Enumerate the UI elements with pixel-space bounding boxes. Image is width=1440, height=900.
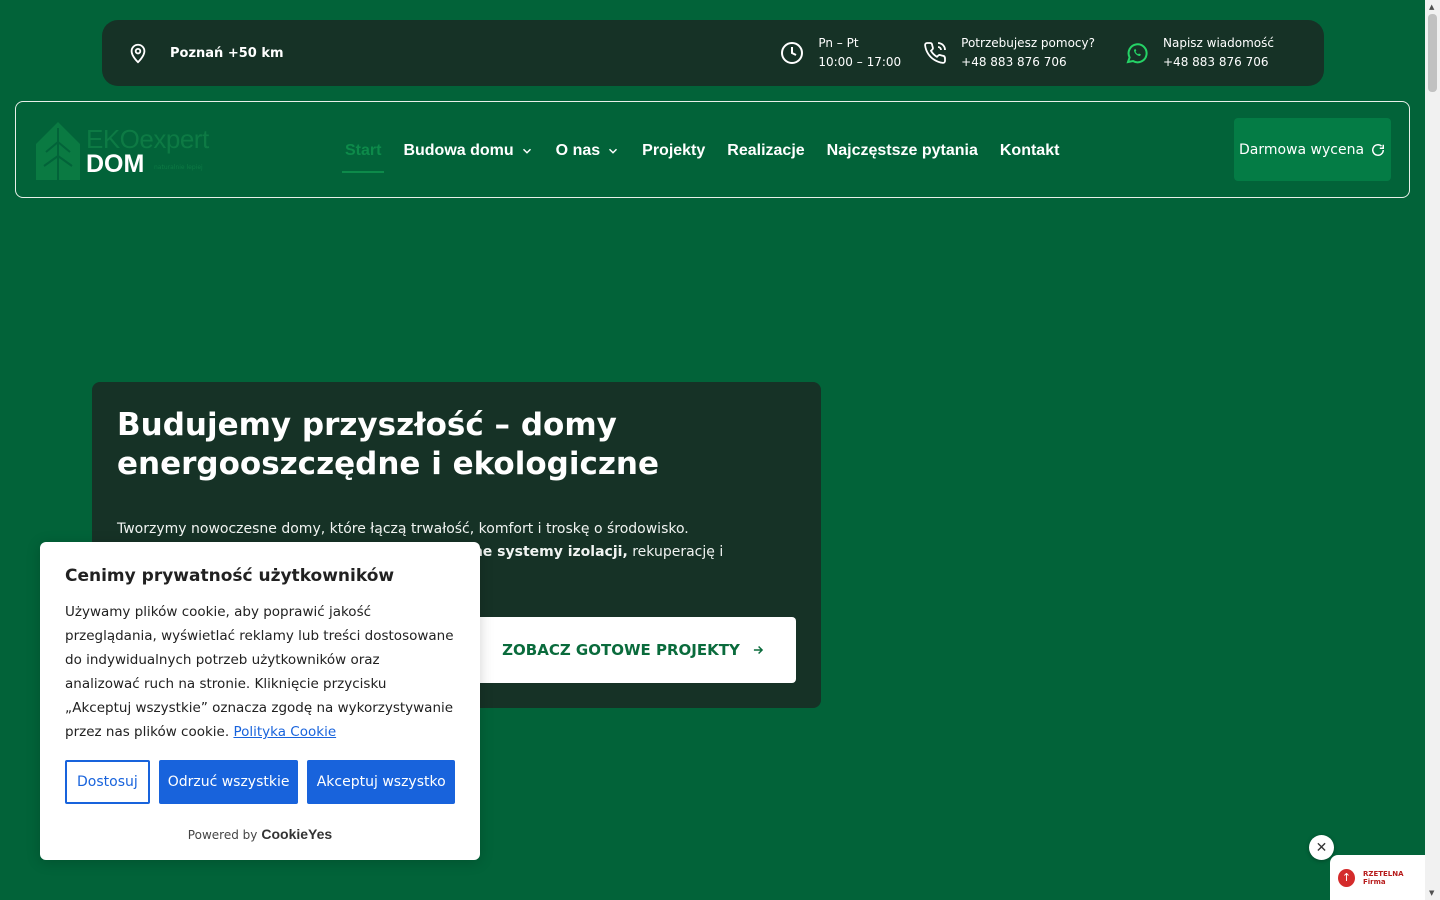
refresh-icon bbox=[1370, 142, 1386, 158]
cookie-body: Używamy plików cookie, aby poprawić jako… bbox=[65, 604, 454, 740]
reject-all-button[interactable]: Odrzuć wszystkie bbox=[158, 760, 299, 804]
cookieyes-logo[interactable]: CookieYes bbox=[261, 826, 332, 842]
scroll-down-icon[interactable]: ▼ bbox=[1429, 889, 1434, 897]
nav-item-realizacje[interactable]: Realizacje bbox=[716, 102, 815, 199]
map-pin-icon bbox=[126, 41, 150, 65]
message-phone[interactable]: +48 883 876 706 bbox=[1163, 53, 1274, 72]
top-info-bar: Poznań +50 km Pn – Pt 10:00 – 17:00 Potr… bbox=[102, 20, 1324, 86]
nav-item-projekty[interactable]: Projekty bbox=[631, 102, 716, 199]
logo-tagline: naturalnie lepiej bbox=[154, 164, 203, 171]
hero-title: Budujemy przyszłość – domy energooszczęd… bbox=[117, 407, 659, 482]
powered-by: Powered by CookieYes bbox=[187, 826, 333, 842]
see-projects-button[interactable]: ZOBACZ GOTOWE PROJEKTY bbox=[472, 617, 796, 683]
badge-text: RZETELNA Firma bbox=[1363, 869, 1404, 886]
clock-icon bbox=[780, 41, 804, 65]
nav-item-budowa-domu[interactable]: Budowa domu bbox=[392, 102, 544, 199]
location: Poznań +50 km bbox=[126, 41, 284, 65]
site-logo[interactable]: EKOexpert DOM naturalnie lepiej bbox=[34, 120, 234, 182]
nav-item-o-nas[interactable]: O nas bbox=[545, 102, 631, 199]
message-info[interactable]: Napisz wiadomość +48 883 876 706 bbox=[1125, 34, 1274, 72]
cookie-consent-banner: Cenimy prywatność użytkowników Używamy p… bbox=[40, 542, 480, 860]
page-scrollbar[interactable]: ▲ ▼ bbox=[1425, 0, 1440, 900]
nav-item-kontakt[interactable]: Kontakt bbox=[989, 102, 1071, 199]
chevron-down-icon bbox=[520, 144, 534, 158]
hours-days: Pn – Pt bbox=[818, 36, 859, 50]
cookie-title: Cenimy prywatność użytkowników bbox=[65, 566, 395, 586]
help-phone[interactable]: +48 883 876 706 bbox=[961, 53, 1095, 72]
chevron-down-icon bbox=[606, 144, 620, 158]
logo-sub: DOM bbox=[86, 150, 145, 178]
customize-button[interactable]: Dostosuj bbox=[65, 760, 150, 804]
help-label: Potrzebujesz pomocy? bbox=[961, 36, 1095, 50]
nav-menu: Start Budowa domu O nas Projekty Realiza… bbox=[334, 102, 1070, 199]
nav-item-faq[interactable]: Najczęstsze pytania bbox=[816, 102, 989, 199]
hours-time: 10:00 – 17:00 bbox=[818, 55, 902, 69]
arrow-up-icon[interactable]: ↑ bbox=[1338, 868, 1355, 887]
location-text: Poznań +50 km bbox=[170, 45, 284, 61]
accept-all-button[interactable]: Akceptuj wszystko bbox=[307, 760, 455, 804]
rzetelna-firma-badge[interactable]: ↑ RZETELNA Firma bbox=[1330, 855, 1425, 900]
arrow-right-icon bbox=[750, 642, 766, 658]
hours-info: Pn – Pt 10:00 – 17:00 bbox=[780, 34, 901, 72]
scroll-up-icon[interactable]: ▲ bbox=[1429, 3, 1434, 11]
nav-item-start[interactable]: Start bbox=[334, 102, 392, 199]
scroll-thumb[interactable] bbox=[1428, 14, 1437, 92]
badge-close-button[interactable]: ✕ bbox=[1309, 835, 1334, 860]
leaf-logo-icon bbox=[36, 122, 80, 180]
phone-icon bbox=[923, 41, 947, 65]
main-navbar: EKOexpert DOM naturalnie lepiej Start Bu… bbox=[15, 101, 1410, 198]
cookie-policy-link[interactable]: Polityka Cookie bbox=[233, 724, 336, 740]
message-label: Napisz wiadomość bbox=[1163, 36, 1274, 50]
free-quote-button[interactable]: Darmowa wycena bbox=[1234, 118, 1391, 181]
whatsapp-icon bbox=[1125, 41, 1149, 65]
help-info[interactable]: Potrzebujesz pomocy? +48 883 876 706 bbox=[923, 34, 1095, 72]
